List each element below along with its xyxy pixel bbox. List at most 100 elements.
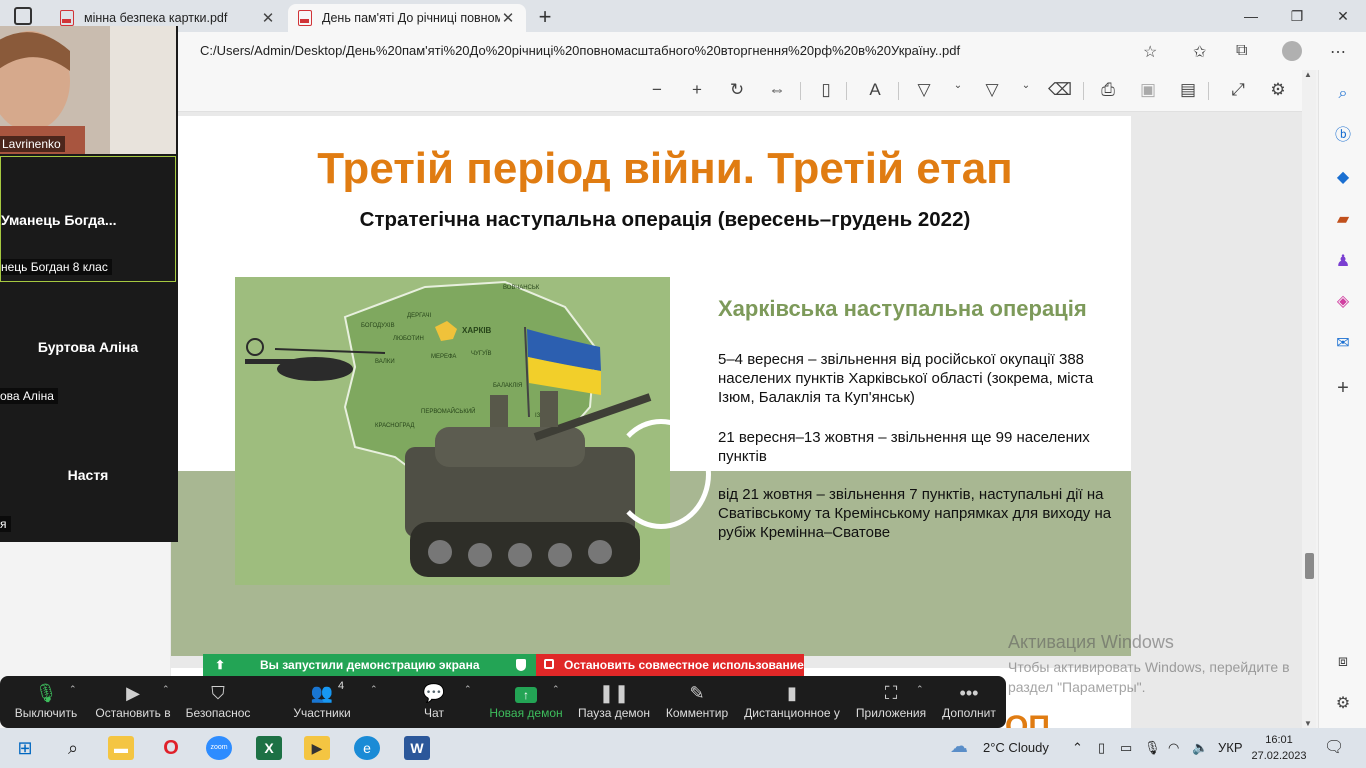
pencil-icon: ✎ (689, 683, 705, 703)
highlight-icon[interactable]: ▽ (912, 80, 936, 100)
pdf-scrollbar[interactable]: ▲ ▼ (1302, 70, 1316, 728)
participant-tile[interactable]: Буртова Аліна ова Аліна (0, 284, 176, 410)
operation-paragraph: 21 вересня–13 жовтня – звільнення ще 99 … (718, 429, 1090, 465)
language-indicator[interactable]: УКР (1218, 740, 1243, 755)
scroll-down-icon[interactable]: ▼ (1304, 719, 1312, 728)
search-icon[interactable]: ⌕ (60, 736, 86, 760)
close-icon[interactable]: ✕ (260, 9, 276, 27)
url-field[interactable]: C:/Users/Admin/Desktop/День%20пам'яті%20… (200, 43, 1120, 58)
volume-icon[interactable]: 🔈 (1192, 740, 1208, 756)
more-icon[interactable]: ⋯ (1330, 42, 1346, 62)
map-label: ВОВЧАНСЬК (503, 285, 540, 291)
windows-start-icon[interactable]: ⊞ (12, 736, 38, 760)
stop-video-button[interactable]: ▶ Остановить в (94, 676, 172, 728)
wifi-icon[interactable]: ◠ (1168, 740, 1179, 756)
share-status: ⬆ Вы запустили демонстрацию экрана (203, 654, 536, 676)
favorites-icon[interactable]: ✩ (1193, 42, 1206, 62)
notifications-icon[interactable]: 🗨 (1324, 737, 1344, 757)
bing-chat-icon[interactable]: ⓑ (1333, 126, 1353, 146)
zoom-app-icon[interactable]: zoom (206, 736, 232, 760)
clock[interactable]: 16:01 27.02.2023 (1244, 732, 1314, 764)
tab-actions-icon[interactable] (14, 7, 32, 25)
fit-width-icon[interactable]: ⇔ (765, 80, 789, 100)
settings-gear-icon[interactable]: ⚙ (1266, 80, 1290, 100)
shopping-tag-icon[interactable]: ◆ (1333, 168, 1353, 188)
microphone-icon[interactable]: 🎙 (1144, 740, 1161, 756)
zoom-out-icon[interactable]: − (645, 80, 669, 100)
weather-text[interactable]: 2°C Cloudy (983, 740, 1049, 755)
map-illustration: ХАРКІВ БОГОДУХІВ ДЕРГАЧІ ЛЮБОТИН ВАЛКИ В… (235, 277, 670, 585)
participants-button[interactable]: 👥 Участники (290, 676, 354, 728)
restore-icon[interactable]: ❐ (1274, 4, 1320, 28)
save-as-icon[interactable]: ▤ (1176, 80, 1200, 100)
scrollbar-thumb[interactable] (1305, 553, 1314, 579)
chat-icon: 💬 (422, 683, 446, 703)
chevron-up-icon[interactable]: ⌃ (1072, 740, 1083, 756)
chevron-up-icon[interactable]: ⌃ (916, 684, 924, 695)
pdf-page: Третій період війни. Третій етап Стратег… (171, 116, 1131, 656)
chevron-up-icon[interactable]: ⌃ (464, 684, 472, 695)
collections-icon[interactable]: ⧉ (1236, 42, 1247, 60)
network-icon[interactable]: ▭ (1120, 740, 1132, 756)
opera-icon[interactable]: O (158, 736, 184, 760)
new-tab-icon[interactable]: + (534, 4, 556, 30)
read-aloud-icon[interactable]: A (863, 80, 887, 100)
chevron-up-icon[interactable]: ⌃ (162, 684, 170, 695)
pause-share-label: Пауза демон (578, 706, 650, 720)
windows-taskbar: ⊞ ⌕ ▬ O zoom X ▶ e W ☁ 2°C Cloudy ⌃ ▯ ▭ … (0, 728, 1366, 768)
edge-icon[interactable]: e (354, 736, 380, 760)
office-icon[interactable]: ◈ (1333, 292, 1353, 312)
remote-control-button[interactable]: ▮ Дистанционное у (741, 676, 843, 728)
security-button[interactable]: ⛉ Безопаснос (182, 676, 254, 728)
chevron-down-icon[interactable]: ⌄ (1014, 80, 1038, 91)
close-window-icon[interactable]: ✕ (1320, 4, 1366, 28)
clock-date: 27.02.2023 (1251, 750, 1307, 762)
chevron-up-icon[interactable]: ⌃ (552, 684, 560, 695)
close-icon[interactable]: ✕ (500, 9, 516, 27)
search-icon[interactable]: ⌕ (1333, 84, 1353, 104)
self-video[interactable]: Lavrinenko (0, 26, 176, 154)
stop-share-button[interactable]: Остановить совместное использование (536, 654, 804, 676)
print-icon[interactable]: ⎙ (1096, 80, 1120, 100)
slide-title: Третій період війни. Третій етап (317, 144, 1013, 193)
add-icon[interactable]: + (1333, 378, 1353, 398)
annotate-button[interactable]: ✎ Комментир (662, 676, 732, 728)
rotate-icon[interactable]: ↻ (725, 80, 749, 100)
zoom-in-icon[interactable]: + (685, 80, 709, 100)
activation-watermark-text: Чтобы активировать Windows, перейдите в … (1008, 659, 1290, 695)
edge-sidebar: ⌕ ⓑ ◆ ▰ ♟ ◈ ✉ + ⧈ ⚙ (1318, 70, 1366, 728)
minimize-icon[interactable]: — (1228, 4, 1274, 28)
tab-memorial-day[interactable]: День пам'яті До річниці повном ✕ (288, 4, 526, 32)
pause-share-button[interactable]: ❚❚ Пауза демон (576, 676, 652, 728)
participant-tile[interactable]: Уманець Богда... нець Богдан 8 клас (0, 156, 176, 282)
page-view-icon[interactable]: ▯ (814, 80, 838, 100)
chevron-up-icon[interactable]: ⌃ (370, 684, 378, 695)
video-frame (0, 26, 176, 154)
chat-button[interactable]: 💬 Чат (408, 676, 460, 728)
outlook-icon[interactable]: ✉ (1333, 334, 1353, 354)
chevron-up-icon[interactable]: ⌃ (69, 684, 77, 695)
excel-icon[interactable]: X (256, 736, 282, 760)
participant-tile[interactable]: Настя я (0, 412, 176, 538)
media-player-icon[interactable]: ▶ (304, 736, 330, 760)
save-icon[interactable]: ▣ (1136, 80, 1160, 100)
cloud-icon[interactable]: ☁ (950, 736, 968, 757)
gear-icon[interactable]: ⚙ (1333, 694, 1353, 714)
clock-time: 16:01 (1265, 734, 1293, 746)
fullscreen-icon[interactable]: ⤢ (1226, 80, 1250, 100)
draw-icon[interactable]: ▽ (980, 80, 1004, 100)
word-icon[interactable]: W (404, 736, 430, 760)
tank-map-image: ХАРКІВ БОГОДУХІВ ДЕРГАЧІ ЛЮБОТИН ВАЛКИ В… (235, 277, 670, 585)
games-icon[interactable]: ♟ (1333, 252, 1353, 272)
battery-icon[interactable]: ▯ (1098, 740, 1105, 756)
scroll-up-icon[interactable]: ▲ (1304, 70, 1312, 79)
tools-icon[interactable]: ▰ (1333, 210, 1353, 230)
sidebar-layout-icon[interactable]: ⧈ (1333, 652, 1353, 672)
file-explorer-icon[interactable]: ▬ (108, 736, 134, 760)
more-button[interactable]: ••• Дополнит (938, 676, 1000, 728)
map-label: ХАРКІВ (462, 326, 492, 335)
profile-avatar[interactable] (1282, 41, 1302, 61)
add-favorite-icon[interactable]: ☆ (1143, 42, 1157, 62)
chevron-down-icon[interactable]: ⌄ (946, 80, 970, 91)
eraser-icon[interactable]: ⌫ (1048, 80, 1072, 100)
